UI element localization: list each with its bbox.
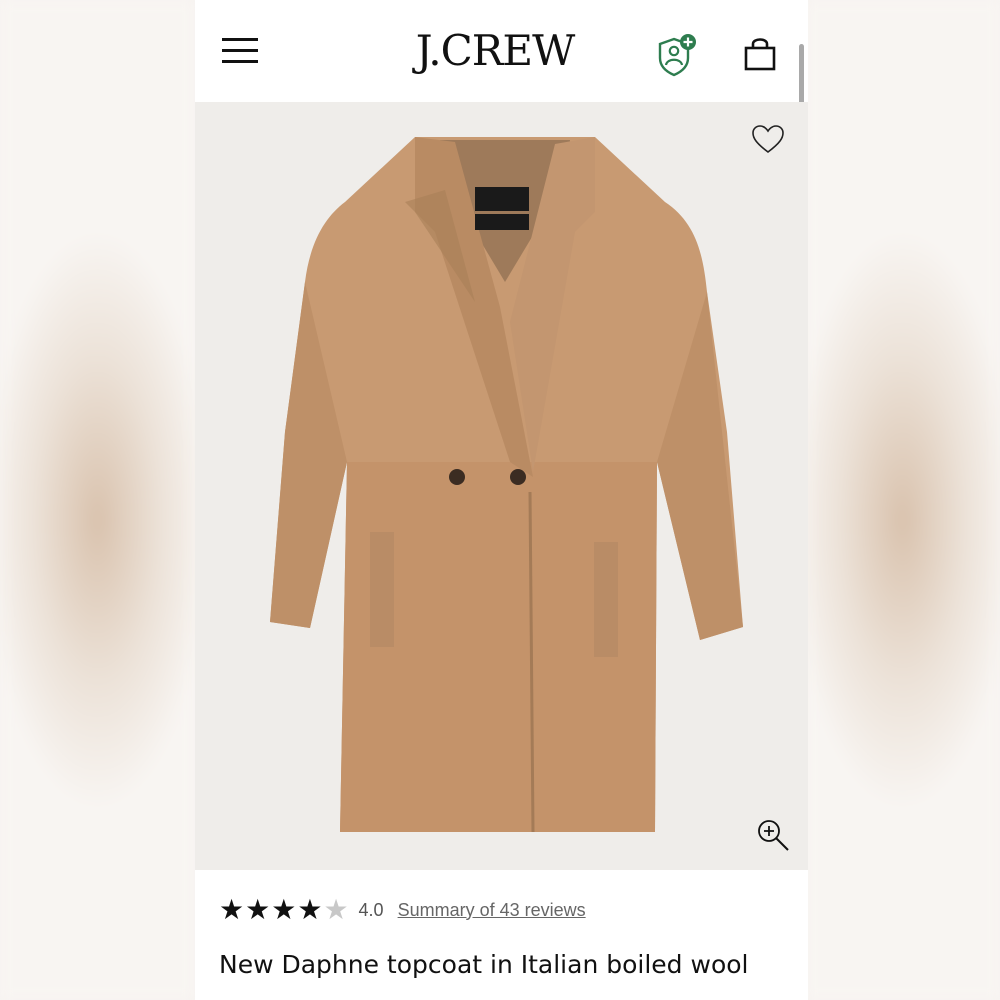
brand-logo[interactable]: J.CREW: [345, 26, 645, 75]
product-title: New Daphne topcoat in Italian boiled woo…: [219, 950, 749, 979]
zoom-in-icon[interactable]: [755, 817, 791, 853]
coat-photo: [270, 137, 743, 833]
reviews-summary: ★ ★ ★ ★ ★ 4.0 Summary of 43 reviews: [219, 893, 586, 927]
phone-screen: J.CREW ★ ★ ★ ★ ★ 4.0 Summary of 43 revie…: [195, 0, 808, 1000]
rewards-account-icon[interactable]: [657, 32, 701, 78]
shopping-bag-icon[interactable]: [742, 36, 778, 72]
star-empty-icon: ★: [323, 893, 349, 926]
blurred-background-left: [0, 0, 195, 1000]
site-header: J.CREW: [195, 0, 808, 102]
star-full-icon: ★: [297, 893, 323, 926]
star-full-icon: ★: [219, 893, 245, 926]
blurred-background-right: [805, 0, 1000, 1000]
product-image[interactable]: [195, 102, 808, 870]
rating-value: 4.0: [358, 899, 384, 920]
reviews-summary-link[interactable]: Summary of 43 reviews: [398, 900, 586, 921]
star-full-icon: ★: [271, 893, 297, 926]
heart-icon[interactable]: [751, 124, 785, 156]
star-full-icon: ★: [245, 893, 271, 926]
hamburger-menu-icon[interactable]: [222, 38, 258, 64]
